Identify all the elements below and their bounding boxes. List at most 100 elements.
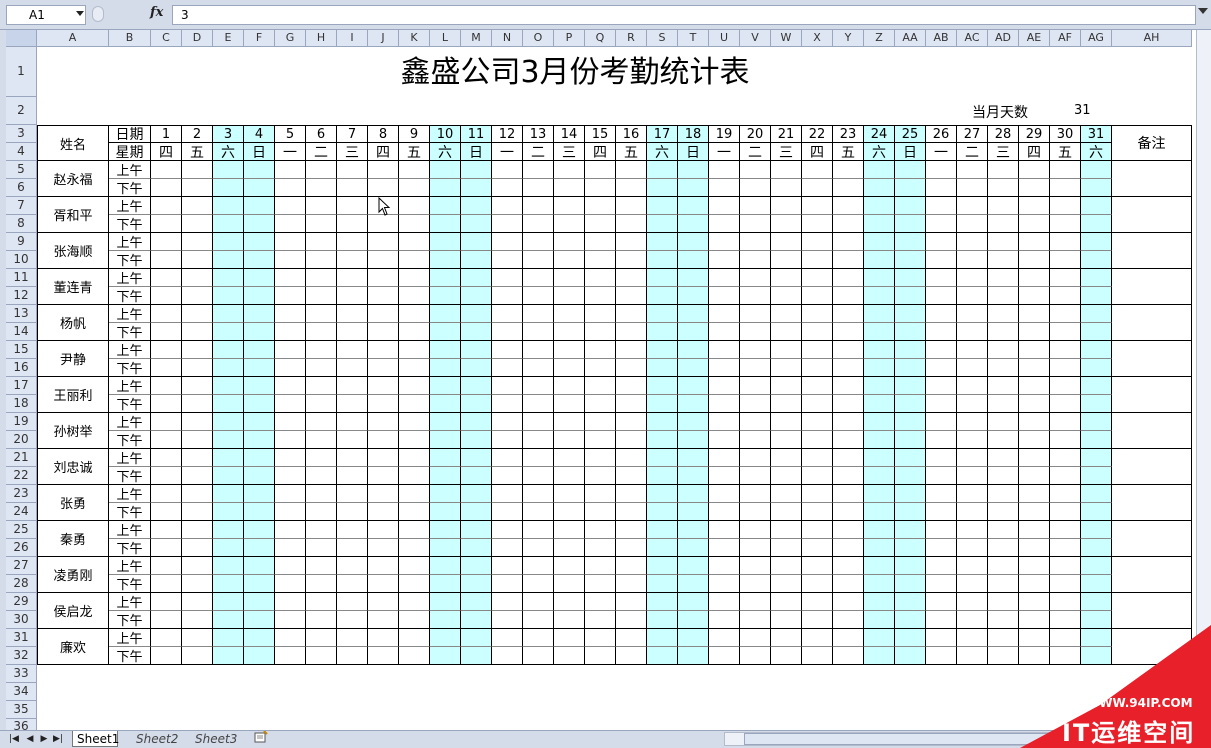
attendance-cell[interactable] <box>926 197 957 215</box>
attendance-cell[interactable] <box>678 359 709 377</box>
attendance-cell[interactable] <box>740 251 771 269</box>
attendance-cell[interactable] <box>585 485 616 503</box>
attendance-cell[interactable] <box>399 629 430 647</box>
attendance-cell[interactable] <box>926 161 957 179</box>
attendance-cell[interactable] <box>244 431 275 449</box>
weekday-header-12[interactable]: 一 <box>492 143 523 161</box>
attendance-cell[interactable] <box>709 215 740 233</box>
prev-sheet-icon[interactable]: ◀ <box>24 733 36 745</box>
attendance-cell[interactable] <box>368 557 399 575</box>
attendance-cell[interactable] <box>213 323 244 341</box>
attendance-cell[interactable] <box>213 287 244 305</box>
sheet-tab-2[interactable]: Sheet2 <box>132 731 186 747</box>
attendance-cell[interactable] <box>151 647 182 665</box>
attendance-cell[interactable] <box>1081 575 1112 593</box>
attendance-cell[interactable] <box>864 467 895 485</box>
attendance-cell[interactable] <box>740 449 771 467</box>
attendance-cell[interactable] <box>895 305 926 323</box>
attendance-cell[interactable] <box>399 305 430 323</box>
employee-name[interactable]: 廉欢 <box>37 629 109 665</box>
attendance-cell[interactable] <box>771 287 802 305</box>
attendance-cell[interactable] <box>957 413 988 431</box>
attendance-cell[interactable] <box>988 251 1019 269</box>
attendance-cell[interactable] <box>244 323 275 341</box>
attendance-cell[interactable] <box>337 557 368 575</box>
attendance-cell[interactable] <box>151 575 182 593</box>
note-cell[interactable] <box>1112 305 1192 341</box>
attendance-cell[interactable] <box>399 503 430 521</box>
period-morning[interactable]: 上午 <box>109 485 151 503</box>
weekday-header-2[interactable]: 五 <box>182 143 213 161</box>
attendance-cell[interactable] <box>492 521 523 539</box>
column-header-h[interactable]: H <box>306 30 337 47</box>
attendance-cell[interactable] <box>213 395 244 413</box>
attendance-cell[interactable] <box>709 575 740 593</box>
attendance-cell[interactable] <box>337 359 368 377</box>
weekday-header-8[interactable]: 四 <box>368 143 399 161</box>
attendance-cell[interactable] <box>771 467 802 485</box>
attendance-cell[interactable] <box>492 647 523 665</box>
attendance-cell[interactable] <box>802 593 833 611</box>
note-cell[interactable] <box>1112 161 1192 197</box>
attendance-cell[interactable] <box>461 215 492 233</box>
attendance-cell[interactable] <box>182 305 213 323</box>
attendance-cell[interactable] <box>213 647 244 665</box>
column-header-g[interactable]: G <box>275 30 306 47</box>
attendance-cell[interactable] <box>430 395 461 413</box>
period-afternoon[interactable]: 下午 <box>109 395 151 413</box>
attendance-cell[interactable] <box>368 521 399 539</box>
attendance-cell[interactable] <box>182 611 213 629</box>
attendance-cell[interactable] <box>430 305 461 323</box>
attendance-cell[interactable] <box>926 485 957 503</box>
attendance-cell[interactable] <box>1019 539 1050 557</box>
attendance-cell[interactable] <box>709 557 740 575</box>
attendance-cell[interactable] <box>1019 467 1050 485</box>
attendance-cell[interactable] <box>399 647 430 665</box>
attendance-cell[interactable] <box>771 359 802 377</box>
attendance-cell[interactable] <box>740 539 771 557</box>
attendance-cell[interactable] <box>585 251 616 269</box>
attendance-cell[interactable] <box>802 521 833 539</box>
attendance-cell[interactable] <box>833 395 864 413</box>
attendance-cell[interactable] <box>647 431 678 449</box>
attendance-cell[interactable] <box>492 161 523 179</box>
attendance-cell[interactable] <box>1019 341 1050 359</box>
note-cell[interactable] <box>1112 341 1192 377</box>
attendance-cell[interactable] <box>275 539 306 557</box>
attendance-cell[interactable] <box>740 413 771 431</box>
attendance-cell[interactable] <box>833 341 864 359</box>
weekday-header-27[interactable]: 二 <box>957 143 988 161</box>
attendance-cell[interactable] <box>957 503 988 521</box>
attendance-cell[interactable] <box>430 611 461 629</box>
attendance-cell[interactable] <box>368 395 399 413</box>
attendance-cell[interactable] <box>492 629 523 647</box>
attendance-cell[interactable] <box>647 575 678 593</box>
attendance-cell[interactable] <box>895 503 926 521</box>
attendance-cell[interactable] <box>492 341 523 359</box>
row-header-33[interactable]: 33 <box>6 665 37 683</box>
attendance-cell[interactable] <box>213 179 244 197</box>
attendance-cell[interactable] <box>616 521 647 539</box>
attendance-cell[interactable] <box>616 179 647 197</box>
attendance-cell[interactable] <box>244 161 275 179</box>
attendance-cell[interactable] <box>182 449 213 467</box>
attendance-cell[interactable] <box>337 647 368 665</box>
attendance-cell[interactable] <box>926 395 957 413</box>
attendance-cell[interactable] <box>275 251 306 269</box>
row-header-11[interactable]: 11 <box>6 269 37 287</box>
attendance-cell[interactable] <box>492 287 523 305</box>
column-header-ae[interactable]: AE <box>1019 30 1050 47</box>
attendance-cell[interactable] <box>1081 161 1112 179</box>
attendance-cell[interactable] <box>213 233 244 251</box>
column-header-r[interactable]: R <box>616 30 647 47</box>
attendance-cell[interactable] <box>275 233 306 251</box>
day-header-9[interactable]: 9 <box>399 125 430 143</box>
note-cell[interactable] <box>1112 269 1192 305</box>
attendance-cell[interactable] <box>802 485 833 503</box>
attendance-cell[interactable] <box>988 359 1019 377</box>
attendance-cell[interactable] <box>523 467 554 485</box>
attendance-cell[interactable] <box>275 305 306 323</box>
attendance-cell[interactable] <box>399 269 430 287</box>
attendance-cell[interactable] <box>647 629 678 647</box>
attendance-cell[interactable] <box>1081 521 1112 539</box>
